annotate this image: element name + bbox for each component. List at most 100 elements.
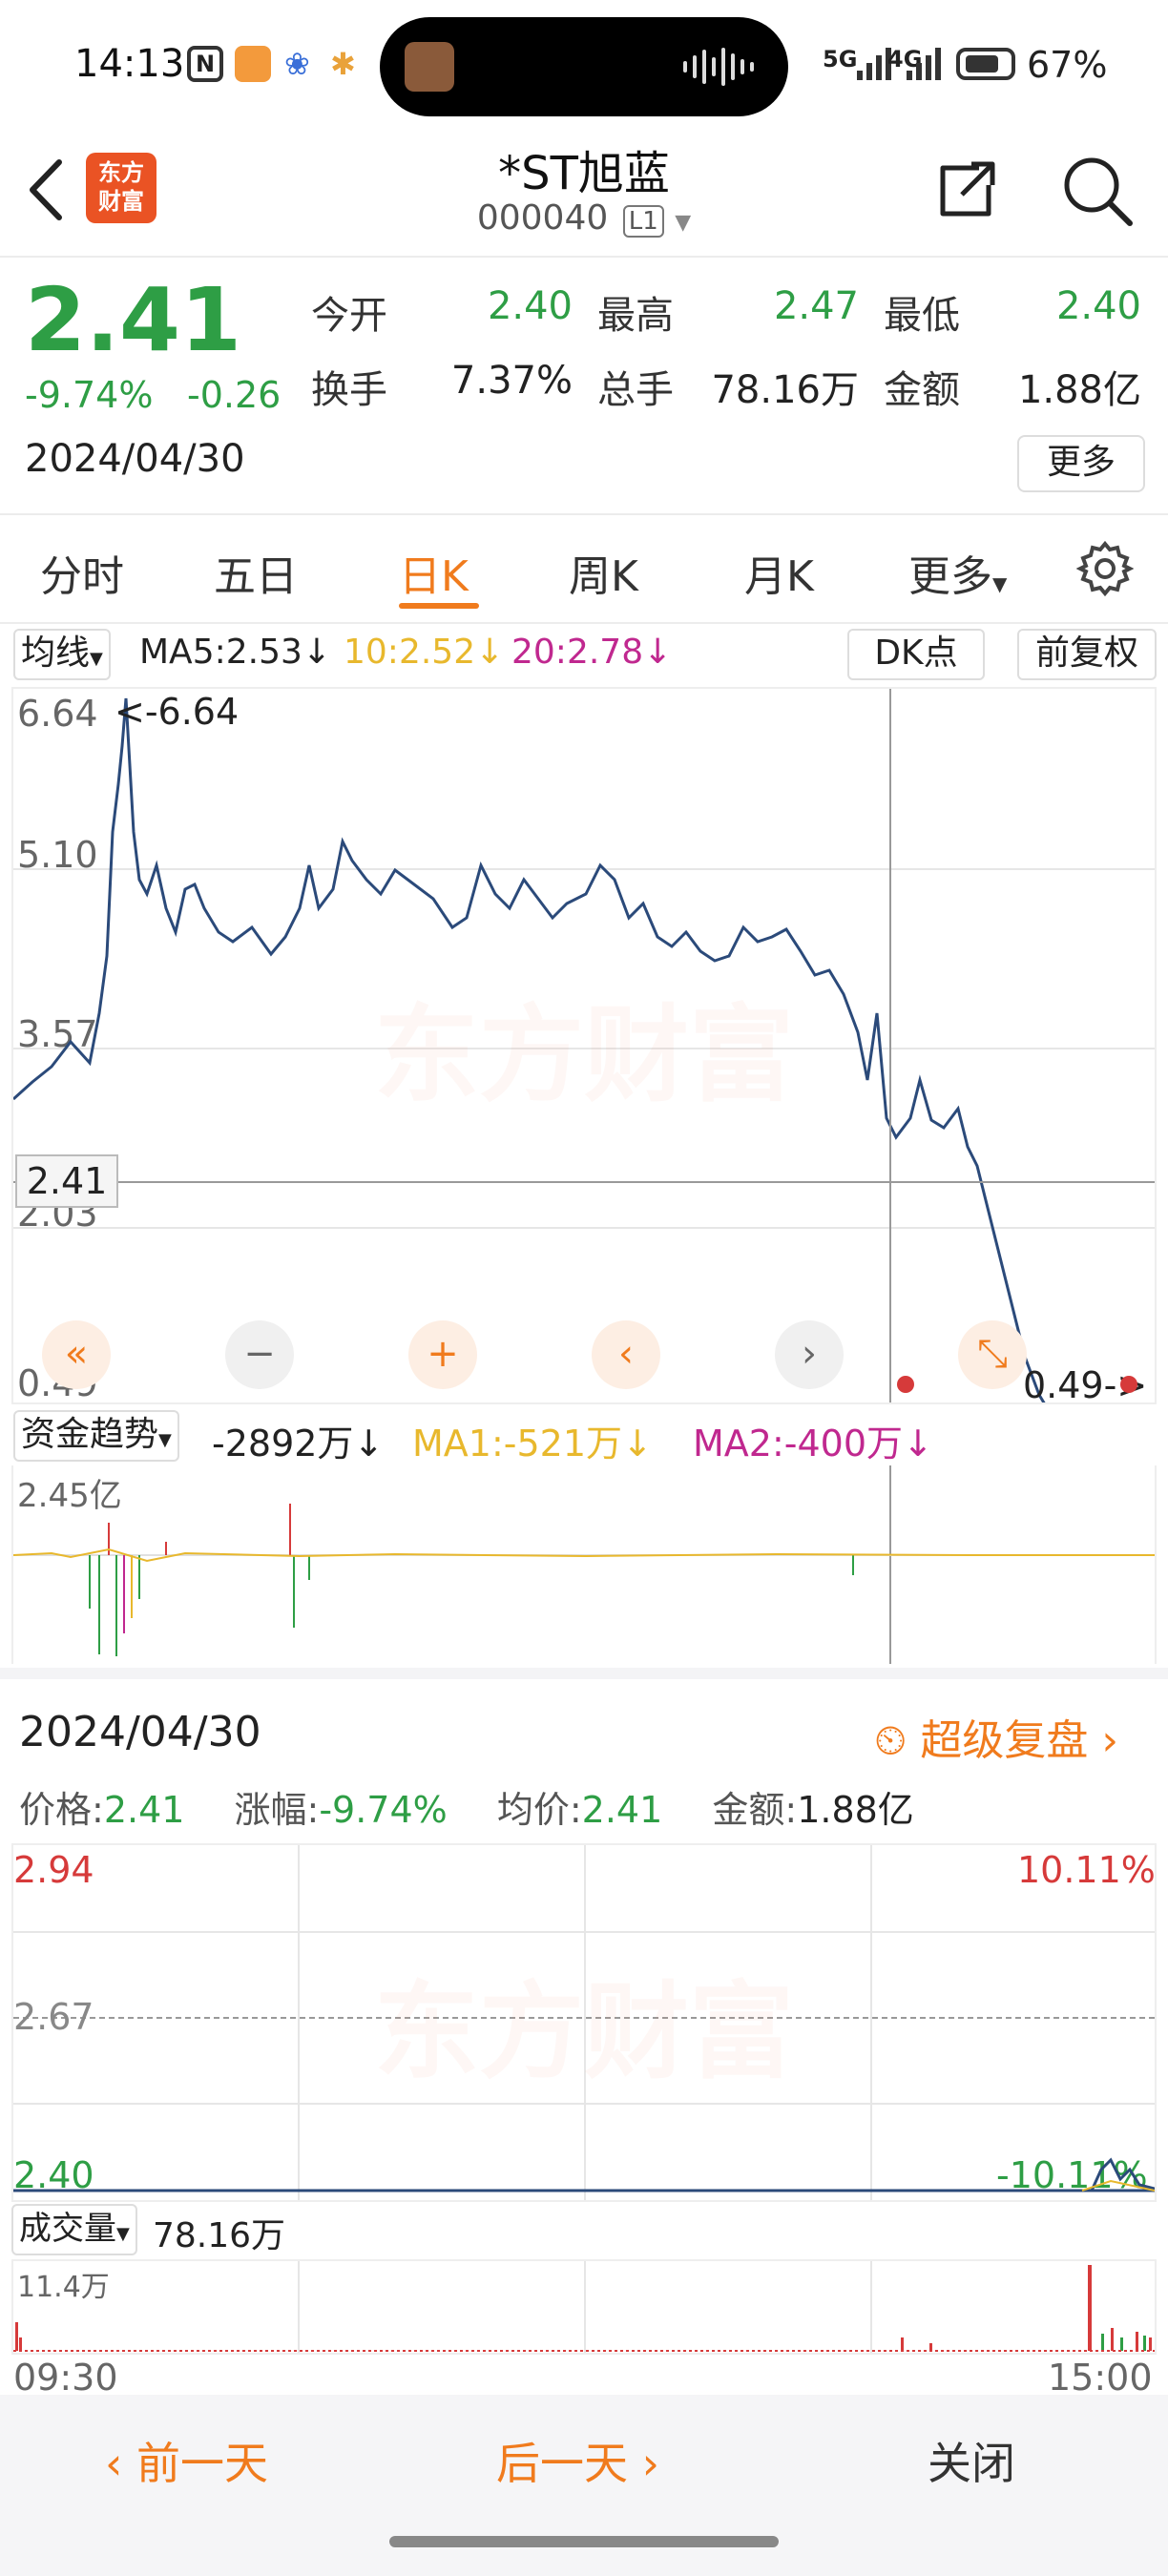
volume-selector-label: 成交量 xyxy=(19,2210,116,2248)
zoom-in-button[interactable]: + xyxy=(408,1320,477,1389)
fund-ma1: MA1:-521万↓ xyxy=(412,1414,653,1466)
settings-gear-icon[interactable] xyxy=(1076,540,1134,597)
scroll-left-fast-button[interactable]: « xyxy=(42,1320,111,1389)
level-badge: L1 xyxy=(622,205,664,238)
volume-bars xyxy=(13,2265,1155,2352)
down-arrow-icon: ↓ xyxy=(622,1423,653,1465)
down-arrow-icon: ↓ xyxy=(643,633,673,672)
overlay: 2.41 xyxy=(13,689,1155,1402)
detail-amount-value: 1.88亿 xyxy=(797,1789,914,1831)
tab-five-day[interactable]: 五日 xyxy=(214,542,298,603)
prev-day-button[interactable]: ‹ 前一天 xyxy=(105,2429,268,2492)
tab-intraday[interactable]: 分时 xyxy=(40,542,124,603)
change-label: 涨幅: xyxy=(234,1789,320,1831)
tab-weekly-k[interactable]: 周K xyxy=(569,542,638,603)
status-time: 14:13 xyxy=(74,42,185,86)
next-day-button[interactable]: 后一天 › xyxy=(496,2429,659,2492)
tab-daily-k[interactable]: 日K xyxy=(399,542,469,603)
media-thumbnail xyxy=(405,42,454,92)
chevron-left-icon: ‹ xyxy=(105,2438,137,2489)
fullscreen-expand-icon[interactable]: ⤡ xyxy=(958,1320,1027,1389)
price-label: 价格: xyxy=(19,1789,104,1831)
caret-down-icon: ▼ xyxy=(116,2224,130,2244)
amount-label: 金额 xyxy=(884,368,960,412)
next-day-label: 后一天 xyxy=(496,2438,628,2489)
fund-indicator-row: 资金趋势▼ -2892万↓ MA1:-521万↓ MA2:-400万↓ xyxy=(0,1406,1168,1466)
ma-indicator-row: 均线▼ MA5:2.53↓ 10:2.52↓ 20:2.78↓ DK点 前复权 xyxy=(0,625,1168,682)
tab-more-label: 更多 xyxy=(908,552,992,601)
intraday-chart[interactable]: 东方财富 2.94 2.67 2.40 10.11% -10.11% xyxy=(11,1843,1157,2202)
caret-down-icon: ▼ xyxy=(992,572,1008,595)
fund-value: -2892万↓ xyxy=(212,1414,384,1466)
caret-down-icon: ▼ xyxy=(90,649,103,669)
fund-ma1-text: MA1:-521万 xyxy=(412,1423,623,1465)
close-button[interactable]: 关闭 xyxy=(928,2429,1015,2492)
app-notification-icon xyxy=(235,46,271,82)
volume-value: 78.16万 xyxy=(153,2216,286,2255)
high-value: 2.47 xyxy=(773,284,859,328)
audio-wave-icon xyxy=(683,48,754,86)
prev-day-label: 前一天 xyxy=(136,2438,269,2489)
ma20-value: 20:2.78↓ xyxy=(511,633,672,672)
battery-level: 67% xyxy=(1027,44,1108,86)
avg-label: 均价: xyxy=(496,1789,582,1831)
current-price: 2.41 xyxy=(25,269,241,371)
baidu-icon: ❀ xyxy=(284,46,310,82)
volume-selector[interactable]: 成交量▼ xyxy=(11,2204,137,2255)
turnover-value: 7.37% xyxy=(450,359,573,403)
ma-selector[interactable]: 均线▼ xyxy=(13,629,111,680)
down-arrow-icon: ↓ xyxy=(475,633,505,672)
fund-chart[interactable]: 2.45亿 xyxy=(11,1465,1157,1664)
change-amount: -0.26 xyxy=(187,374,282,416)
volume-value: 78.16万 xyxy=(711,368,859,412)
super-replay-label: 超级复盘 xyxy=(920,1716,1089,1765)
scroll-right-button[interactable]: › xyxy=(775,1320,844,1389)
tab-more[interactable]: 更多▼ xyxy=(908,542,1007,603)
ma10-text: 10:2.52 xyxy=(344,633,476,672)
avg-value: 2.41 xyxy=(581,1789,663,1831)
open-value: 2.40 xyxy=(487,284,573,328)
active-tab-indicator xyxy=(399,603,479,609)
fund-bars xyxy=(13,1504,1155,1656)
down-arrow-icon: ↓ xyxy=(353,1423,385,1465)
scroll-left-button[interactable]: ‹ xyxy=(592,1320,660,1389)
dk-point-button[interactable]: DK点 xyxy=(847,629,985,680)
detail-amount-label: 金额: xyxy=(712,1789,798,1831)
open-label: 今开 xyxy=(311,294,387,338)
dk-point-dot-right xyxy=(1120,1376,1137,1393)
low-value: 2.40 xyxy=(1055,284,1141,328)
turnover-label: 换手 xyxy=(311,368,387,412)
share-icon[interactable] xyxy=(933,155,1002,223)
dynamic-island xyxy=(380,17,788,116)
day-detail-panel: 2024/04/30 ⏲ 超级复盘 › 价格:2.41 涨幅:-9.74% 均价… xyxy=(0,1668,1168,2404)
down-arrow-icon: ↓ xyxy=(302,633,332,672)
ma5-value: MA5:2.53↓ xyxy=(139,633,331,672)
fund-selector-label: 资金趋势 xyxy=(21,1415,159,1454)
chevron-right-icon: › xyxy=(1101,1716,1118,1765)
adjust-button[interactable]: 前复权 xyxy=(1017,629,1157,680)
tab-monthly-k[interactable]: 月K xyxy=(744,542,814,603)
intraday-price-line xyxy=(13,2157,1155,2192)
dropdown-icon[interactable]: ▼ xyxy=(675,211,691,235)
bottom-nav: ‹ 前一天 后一天 › 关闭 xyxy=(0,2395,1168,2576)
down-arrow-icon: ↓ xyxy=(903,1423,933,1465)
time-start: 09:30 xyxy=(13,2357,118,2399)
nfc-icon: N xyxy=(187,46,223,82)
network-5g-label: 5G xyxy=(823,46,858,73)
status-bar: 14:13 N ❀ ✱ 5G 4G 67% xyxy=(0,0,1168,134)
fund-ma2-text: MA2:-400万 xyxy=(693,1423,904,1465)
stock-header: 东方 财富 *ST旭蓝 000040 L1 ▼ xyxy=(0,134,1168,258)
more-button[interactable]: 更多 xyxy=(1017,435,1145,492)
crosshair-horizontal xyxy=(13,1181,1155,1183)
fund-selector[interactable]: 资金趋势▼ xyxy=(13,1410,179,1462)
search-icon[interactable] xyxy=(1059,153,1136,229)
dk-point-dot xyxy=(897,1376,914,1393)
period-tabs: 分时 五日 日K 周K 月K 更多▼ xyxy=(0,515,1168,624)
fund-ma2: MA2:-400万↓ xyxy=(693,1414,933,1466)
kline-chart[interactable]: 东方财富 6.64 5.10 3.57 2.03 0.49 <-6.64 2.4… xyxy=(11,687,1157,1406)
super-replay-link[interactable]: ⏲ 超级复盘 › xyxy=(874,1706,1118,1767)
zoom-out-button[interactable]: − xyxy=(225,1320,294,1389)
fund-value-text: -2892万 xyxy=(212,1423,354,1465)
home-indicator[interactable] xyxy=(389,2536,779,2547)
high-label: 最高 xyxy=(597,294,674,338)
